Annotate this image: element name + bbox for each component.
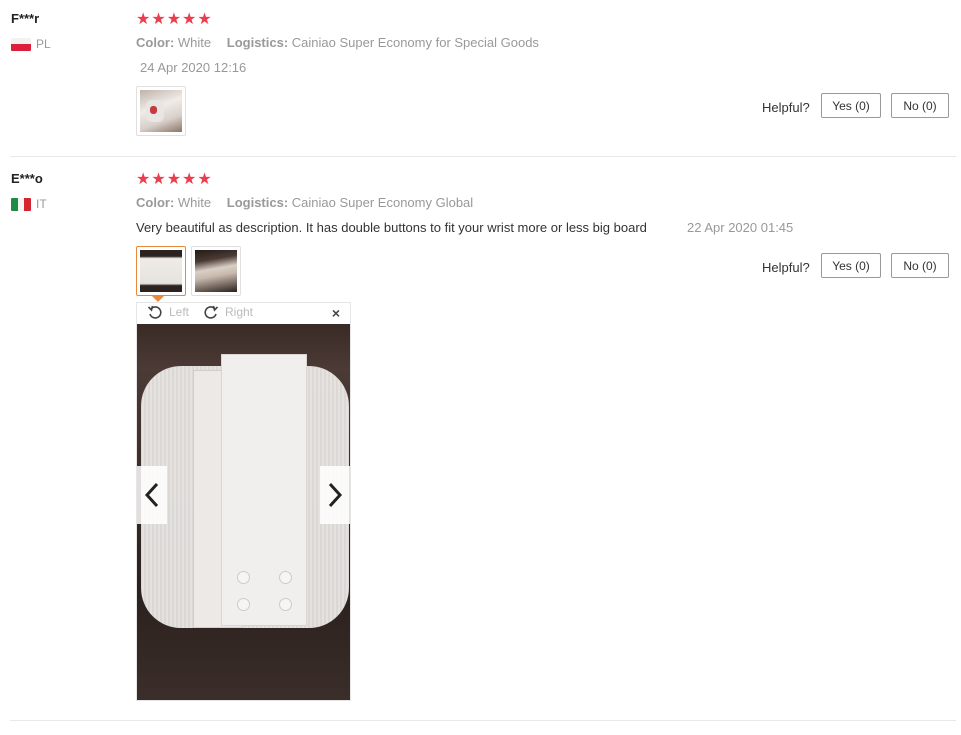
helpful-label: Helpful? (762, 100, 810, 115)
rotate-left-button[interactable]: Left (147, 304, 189, 320)
color-value: White (177, 35, 212, 50)
italy-flag-icon (11, 197, 31, 211)
review-date: 24 Apr 2020 12:16 (140, 60, 247, 75)
country-code: IT (36, 197, 47, 211)
star-rating: ★★★★★ (136, 11, 213, 28)
helpful-no-button[interactable]: No (0) (891, 253, 949, 278)
rotate-right-icon (204, 305, 219, 319)
review-sku-info: Color: White Logistics: Cainiao Super Ec… (136, 35, 551, 50)
country-code: PL (36, 37, 51, 51)
review-text: Very beautiful as description. It has do… (136, 220, 647, 235)
rotate-left-icon (147, 305, 162, 319)
rotate-left-label: Left (169, 305, 190, 319)
review-photo-thumbnail[interactable] (191, 246, 241, 296)
photo-viewer-toolbar: Left Right × (137, 303, 350, 324)
color-value: White (177, 195, 212, 210)
previous-photo-button[interactable] (137, 466, 167, 524)
helpful-yes-button[interactable]: Yes (0) (821, 93, 881, 118)
logistics-value: Cainiao Super Economy for Special Goods (291, 35, 539, 50)
review-photo-thumbnail-active[interactable] (136, 246, 186, 296)
review-sku-info: Color: White Logistics: Cainiao Super Ec… (136, 195, 485, 210)
rotate-right-label: Right (225, 305, 254, 319)
reviewer-name: F***r (11, 11, 40, 26)
review-photo-large (137, 324, 350, 700)
review-date: 22 Apr 2020 01:45 (687, 220, 794, 235)
review-divider (10, 156, 956, 157)
reviewer-country: IT (11, 197, 47, 211)
review-photo-thumbnail[interactable] (136, 86, 186, 136)
rotate-right-button[interactable]: Right (203, 304, 253, 320)
next-photo-button[interactable] (320, 466, 350, 524)
close-icon[interactable]: × (332, 305, 340, 321)
helpful-label: Helpful? (762, 260, 810, 275)
poland-flag-icon (11, 37, 31, 51)
star-rating: ★★★★★ (136, 171, 213, 188)
chevron-right-icon (328, 482, 343, 508)
photo-viewer: Left Right × (136, 302, 351, 701)
helpful-no-button[interactable]: No (0) (891, 93, 949, 118)
reviewer-country: PL (11, 37, 51, 51)
logistics-label: Logistics: (226, 35, 289, 50)
chevron-left-icon (144, 482, 159, 508)
reviewer-name: E***o (11, 171, 43, 186)
color-label: Color: (136, 35, 175, 50)
helpful-yes-button[interactable]: Yes (0) (821, 253, 881, 278)
logistics-value: Cainiao Super Economy Global (291, 195, 474, 210)
color-label: Color: (136, 195, 175, 210)
logistics-label: Logistics: (226, 195, 289, 210)
review-divider (10, 720, 956, 721)
